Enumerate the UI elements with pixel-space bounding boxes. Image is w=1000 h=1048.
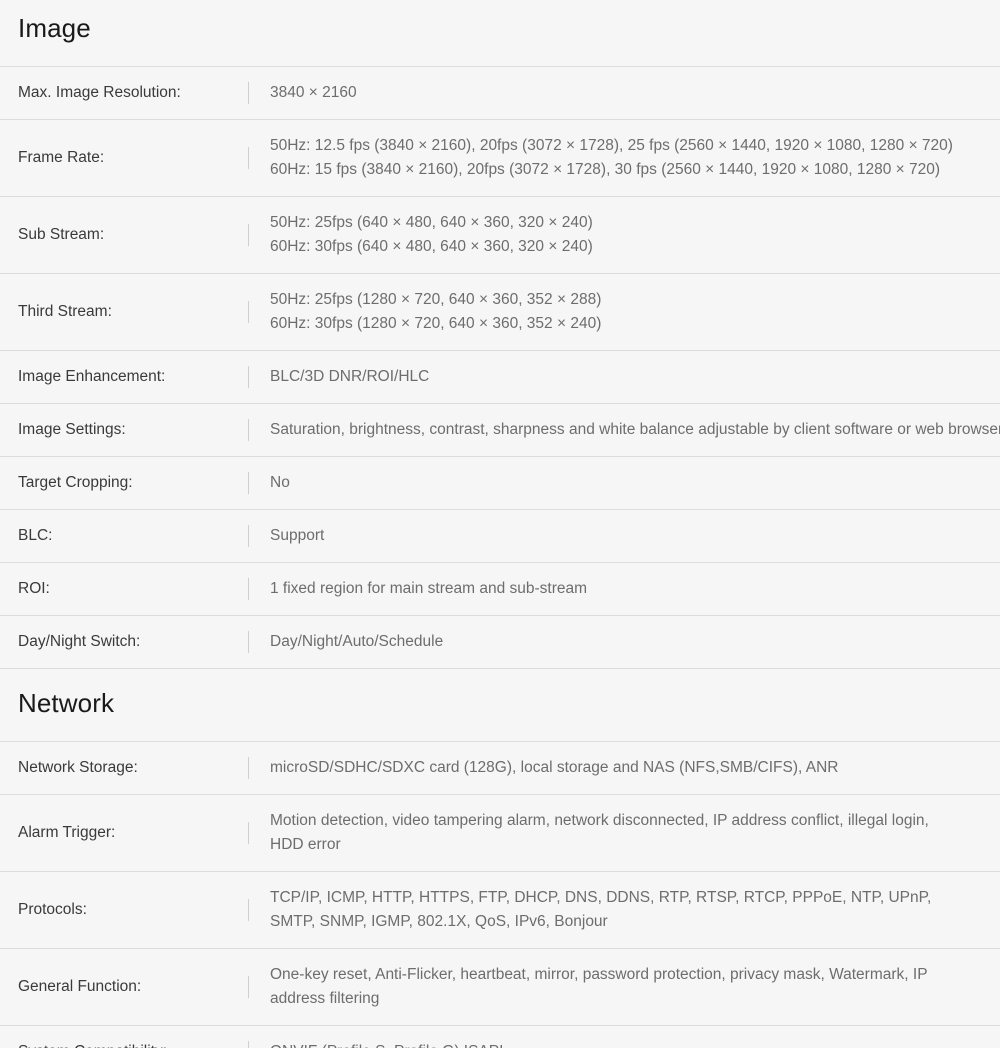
spec-row: General Function: One-key reset, Anti-Fli… <box>0 948 1000 1025</box>
spec-label: ROI: <box>18 579 50 597</box>
spec-row: Max. Image Resolution: 3840 × 2160 <box>0 66 1000 119</box>
spec-label: Sub Stream: <box>18 225 105 243</box>
specification-page: Image Max. Image Resolution: 3840 × 2160 Fr… <box>0 0 1000 1048</box>
spec-value: 50Hz: 12.5 fps (3840 × 2160), 20fps (307… <box>248 119 1000 196</box>
spec-label: Image Settings: <box>18 420 126 438</box>
spec-value: 1 fixed region for main stream and sub-s… <box>248 562 1000 615</box>
spec-value-line: microSD/SDHC/SDXC card (128G), local sto… <box>270 758 839 776</box>
spec-label: Image Enhancement: <box>18 367 166 385</box>
spec-value-line: BLC/3D DNR/ROI/HLC <box>270 367 430 385</box>
spec-value: microSD/SDHC/SDXC card (128G), local sto… <box>248 741 1000 794</box>
spec-value-line: TCP/IP, ICMP, HTTP, HTTPS, FTP, DHCP, DN… <box>270 888 932 930</box>
spec-value: ONVIF (Profile S, Profile G),ISAPI <box>248 1025 1000 1048</box>
spec-row: Third Stream: 50Hz: 25fps (1280 × 720, 64… <box>0 273 1000 350</box>
spec-row: Image Enhancement: BLC/3D DNR/ROI/HLC <box>0 350 1000 403</box>
spec-row: Day/Night Switch: Day/Night/Auto/Schedule <box>0 615 1000 669</box>
spec-value-line: 60Hz: 30fps (640 × 480, 640 × 360, 320 ×… <box>270 237 593 255</box>
section-heading: Network <box>18 687 115 718</box>
spec-value-line: 60Hz: 30fps (1280 × 720, 640 × 360, 352 … <box>270 314 602 332</box>
spec-row: System Compatibility: ONVIF (Profile S, P… <box>0 1025 1000 1048</box>
spec-row: Protocols: TCP/IP, ICMP, HTTP, HTTPS, FTP… <box>0 871 1000 948</box>
spec-value-line: ONVIF (Profile S, Profile G),ISAPI <box>270 1040 1000 1048</box>
spec-row: Frame Rate: 50Hz: 12.5 fps (3840 × 2160),… <box>0 119 1000 196</box>
spec-value-line: 1 fixed region for main stream and sub-s… <box>270 579 588 597</box>
spec-label: Protocols: <box>18 900 87 918</box>
spec-label: Frame Rate: <box>18 148 105 166</box>
spec-label: Alarm Trigger: <box>18 823 116 841</box>
spec-label: Third Stream: <box>18 302 112 320</box>
spec-value: 3840 × 2160 <box>248 66 1000 119</box>
spec-section: Image Max. Image Resolution: 3840 × 2160 Fr… <box>0 0 1000 669</box>
spec-value-line: 50Hz: 25fps (1280 × 720, 640 × 360, 352 … <box>270 290 602 308</box>
spec-value-line: 50Hz: 25fps (640 × 480, 640 × 360, 320 ×… <box>270 213 593 231</box>
spec-table: Max. Image Resolution: 3840 × 2160 Frame R… <box>0 66 1000 669</box>
spec-row: ROI: 1 fixed region for main stream and s… <box>0 562 1000 615</box>
spec-table: Network Storage: microSD/SDHC/SDXC card (… <box>0 741 1000 1048</box>
spec-value-line: 3840 × 2160 <box>270 83 357 101</box>
spec-row: BLC: Support <box>0 509 1000 562</box>
spec-value: BLC/3D DNR/ROI/HLC <box>248 350 1000 403</box>
spec-value: 50Hz: 25fps (1280 × 720, 640 × 360, 352 … <box>248 273 1000 350</box>
spec-label: Day/Night Switch: <box>18 632 141 650</box>
spec-value-line: No <box>270 473 290 491</box>
spec-value-line: Motion detection, video tampering alarm,… <box>270 811 929 853</box>
spec-label: Target Cropping: <box>18 473 133 491</box>
spec-value: Saturation, brightness, contrast, sharpn… <box>248 403 1000 456</box>
spec-value-line: One-key reset, Anti-Flicker, heartbeat, … <box>270 965 928 1007</box>
spec-row: Sub Stream: 50Hz: 25fps (640 × 480, 640 ×… <box>0 196 1000 273</box>
section-heading: Image <box>18 13 91 43</box>
spec-value: No <box>248 456 1000 509</box>
spec-label: BLC: <box>18 526 53 544</box>
spec-row: Target Cropping: No <box>0 456 1000 509</box>
spec-section: Network Network Storage: microSD/SDHC/SDXC… <box>0 669 1000 1048</box>
spec-value-line: Saturation, brightness, contrast, sharpn… <box>270 420 1000 438</box>
spec-row: Image Settings: Saturation, brightness, c… <box>0 403 1000 456</box>
spec-value: Day/Night/Auto/Schedule <box>248 615 1000 668</box>
spec-value: One-key reset, Anti-Flicker, heartbeat, … <box>248 948 1000 1025</box>
spec-sections: Image Max. Image Resolution: 3840 × 2160 Fr… <box>0 0 1000 1048</box>
spec-value: TCP/IP, ICMP, HTTP, HTTPS, FTP, DHCP, DN… <box>248 871 1000 948</box>
spec-value-line: Support <box>270 526 325 544</box>
spec-value-line: 60Hz: 15 fps (3840 × 2160), 20fps (3072 … <box>270 160 941 178</box>
spec-label: Network Storage: <box>18 758 138 776</box>
spec-value: Motion detection, video tampering alarm,… <box>248 794 1000 871</box>
spec-label: Max. Image Resolution: <box>18 83 181 101</box>
spec-row: Network Storage: microSD/SDHC/SDXC card (… <box>0 741 1000 794</box>
spec-value: 50Hz: 25fps (640 × 480, 640 × 360, 320 ×… <box>248 196 1000 273</box>
spec-row: Alarm Trigger: Motion detection, video ta… <box>0 794 1000 871</box>
spec-value-line: Day/Night/Auto/Schedule <box>270 632 444 650</box>
spec-value-line: 50Hz: 12.5 fps (3840 × 2160), 20fps (307… <box>270 136 953 154</box>
spec-label: System Compatibility: <box>0 1025 248 1048</box>
spec-value: Support <box>248 509 1000 562</box>
spec-label: General Function: <box>18 977 142 995</box>
